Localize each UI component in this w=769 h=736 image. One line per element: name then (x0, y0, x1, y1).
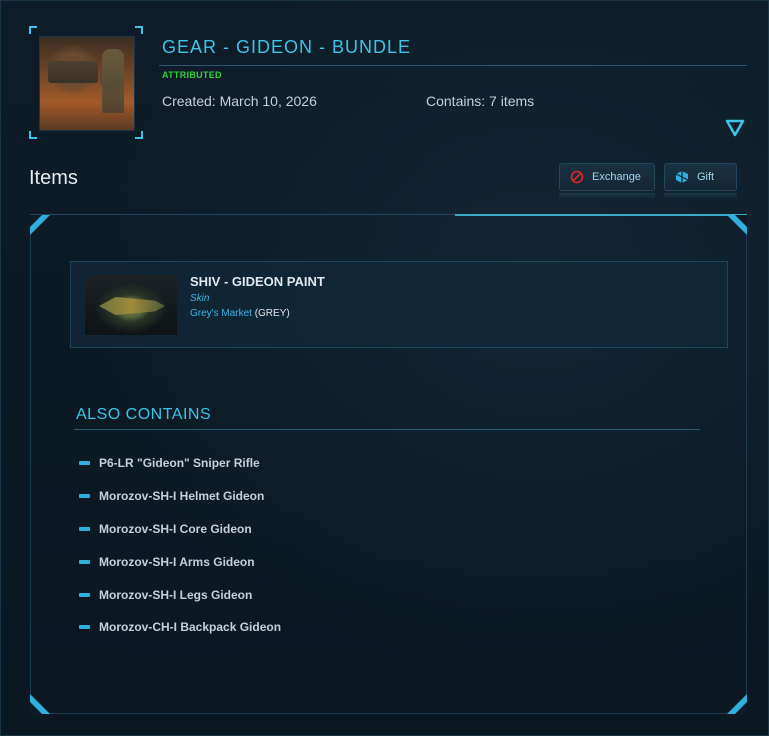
item-count: Contains: 7 items (426, 93, 535, 109)
bullet-icon (79, 494, 90, 498)
list-item: Morozov-CH-I Backpack Gideon (79, 620, 281, 634)
gift-icon (675, 171, 689, 183)
item-type: Skin (190, 293, 210, 304)
exchange-label: Exchange (592, 171, 641, 183)
pledge-detail-page: GEAR - GIDEON - BUNDLE ATTRIBUTED Create… (0, 0, 769, 736)
triangle-down-icon[interactable] (725, 119, 745, 137)
bundle-title: GEAR - GIDEON - BUNDLE (162, 37, 412, 57)
list-item: Morozov-SH-I Helmet Gideon (79, 489, 264, 503)
items-heading: Items (29, 167, 78, 189)
list-item: P6-LR "Gideon" Sniper Rifle (79, 456, 260, 470)
bundle-thumbnail (29, 26, 143, 139)
bullet-icon (79, 560, 90, 564)
bullet-icon (79, 461, 90, 465)
also-contains-divider (74, 429, 700, 430)
list-item: Morozov-SH-I Legs Gideon (79, 588, 252, 602)
bullet-icon (79, 625, 90, 629)
list-item: Morozov-SH-I Arms Gideon (79, 555, 255, 569)
gift-label: Gift (697, 171, 715, 183)
exchange-icon (570, 170, 584, 184)
status-badge: ATTRIBUTED (162, 70, 222, 80)
item-image (85, 275, 177, 335)
item-manufacturer: Grey's Market (GREY) (190, 308, 290, 319)
manufacturer-name: Grey's Market (190, 308, 252, 319)
item-name: SHIV - GIDEON PAINT (190, 274, 325, 289)
bundle-image (39, 36, 135, 131)
bullet-icon (79, 593, 90, 597)
title-divider (159, 65, 747, 66)
panel-top-accent (455, 214, 747, 216)
created-date: Created: March 10, 2026 (162, 93, 317, 109)
gift-button[interactable]: Gift (664, 163, 737, 191)
bullet-icon (79, 527, 90, 531)
list-item: Morozov-SH-I Core Gideon (79, 522, 252, 536)
manufacturer-grade: (GREY) (254, 308, 290, 319)
item-card[interactable]: SHIV - GIDEON PAINT Skin Grey's Market (… (70, 261, 728, 348)
also-contains-heading: ALSO CONTAINS (76, 406, 212, 423)
exchange-button[interactable]: Exchange (559, 163, 655, 191)
